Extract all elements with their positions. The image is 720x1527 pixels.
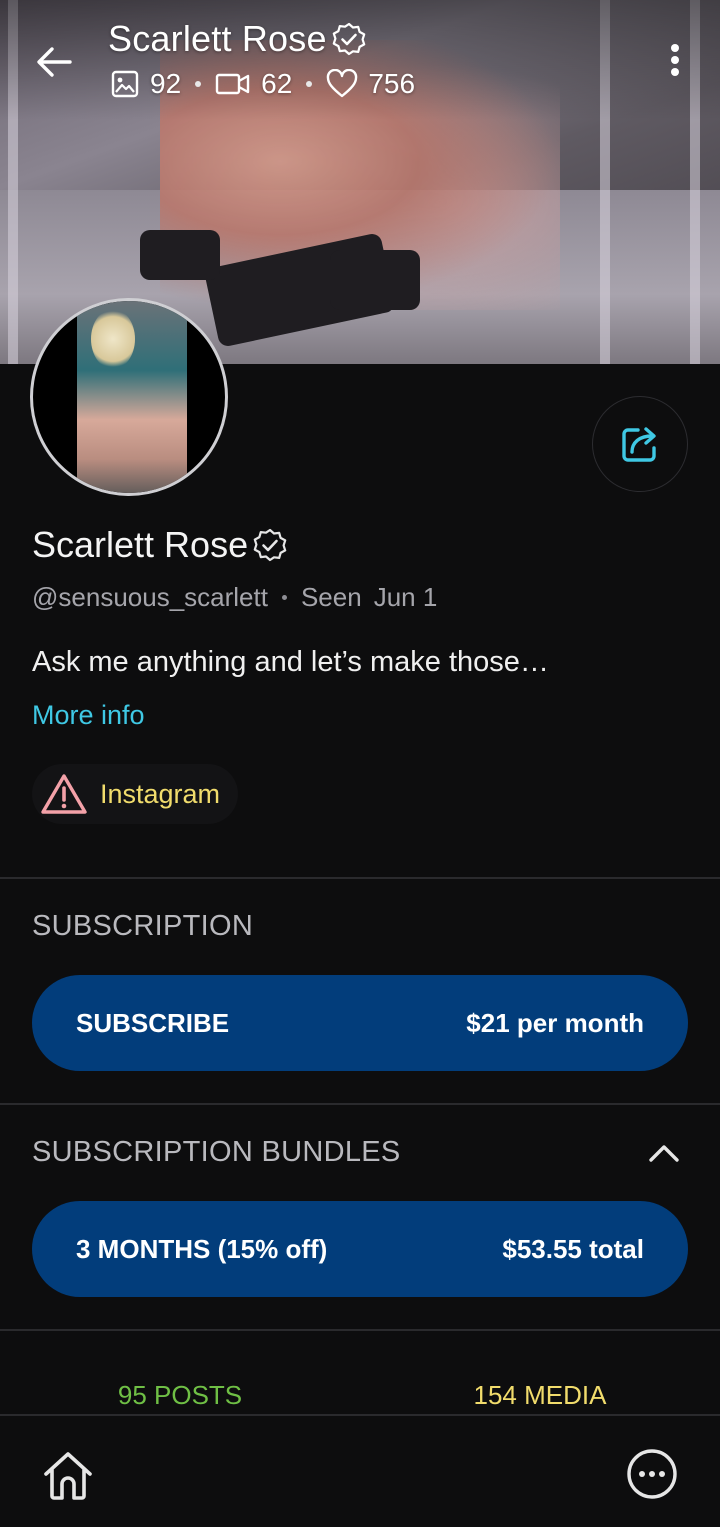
verified-icon [253,528,287,562]
home-icon [44,1452,92,1500]
share-icon [622,427,656,462]
back-arrow-icon [37,47,72,77]
photos-stat: 92 [110,68,181,100]
divider [0,1329,720,1331]
instagram-label: Instagram [100,778,221,809]
divider [0,1103,720,1105]
subscription-title: SUBSCRIPTION [32,910,254,942]
photos-count: 92 [150,68,182,99]
more-options-button[interactable] [660,40,690,80]
videos-count: 62 [261,68,293,99]
profile-name-row: Scarlett Rose [32,524,288,566]
header-title: Scarlett Rose [108,18,327,59]
profile-handle: @sensuous_scarlett [32,582,268,612]
likes-count: 756 [368,68,416,99]
warning-icon [41,774,87,814]
collapse-bundles-button[interactable] [646,1138,682,1168]
top-bar: Scarlett Rose 92 62 756 [0,0,720,110]
bottom-navigation [0,1414,720,1527]
home-button[interactable] [38,1446,98,1506]
videos-stat: 62 [215,68,292,100]
chevron-up-icon [649,1145,679,1162]
profile-bio: Ask me anything and let’s make those… [32,646,549,678]
more-horizontal-icon [627,1449,677,1499]
profile-name: Scarlett Rose [32,524,249,565]
subscribe-price: $21 per month [466,1007,644,1038]
header-stats: 92 62 756 [110,68,415,100]
more-menu-button[interactable] [624,1446,680,1502]
avatar[interactable] [30,298,228,496]
verified-icon [332,22,366,56]
heart-icon [327,69,358,98]
bundle-3-months-button[interactable]: 3 MONTHS (15% off) $53.55 total [32,1201,688,1297]
instagram-link[interactable]: Instagram [32,764,239,824]
photo-icon [111,70,139,98]
profile-meta: @sensuous_scarlett Seen Jun 1 [32,582,437,613]
share-button[interactable] [592,396,688,492]
subscribe-label: SUBSCRIBE [76,1007,230,1038]
content-tabs: 95 POSTS 154 MEDIA [0,1364,720,1416]
divider [0,877,720,879]
more-vertical-icon [671,44,679,52]
bundle-price: $53.55 total [502,1233,644,1264]
seen-label: Seen [300,582,362,612]
more-info-link[interactable]: More info [32,700,145,731]
tab-media[interactable]: 154 MEDIA [360,1380,720,1411]
subscribe-button[interactable]: SUBSCRIBE $21 per month [32,975,688,1071]
tab-posts[interactable]: 95 POSTS [0,1380,360,1411]
seen-date: Jun 1 [373,582,438,612]
likes-stat: 756 [326,68,415,100]
bundle-label: 3 MONTHS (15% off) [76,1233,328,1264]
video-icon [215,73,250,95]
header-title-row: Scarlett Rose [108,18,367,60]
back-button[interactable] [30,38,78,86]
bundles-title: SUBSCRIPTION BUNDLES [32,1136,401,1168]
